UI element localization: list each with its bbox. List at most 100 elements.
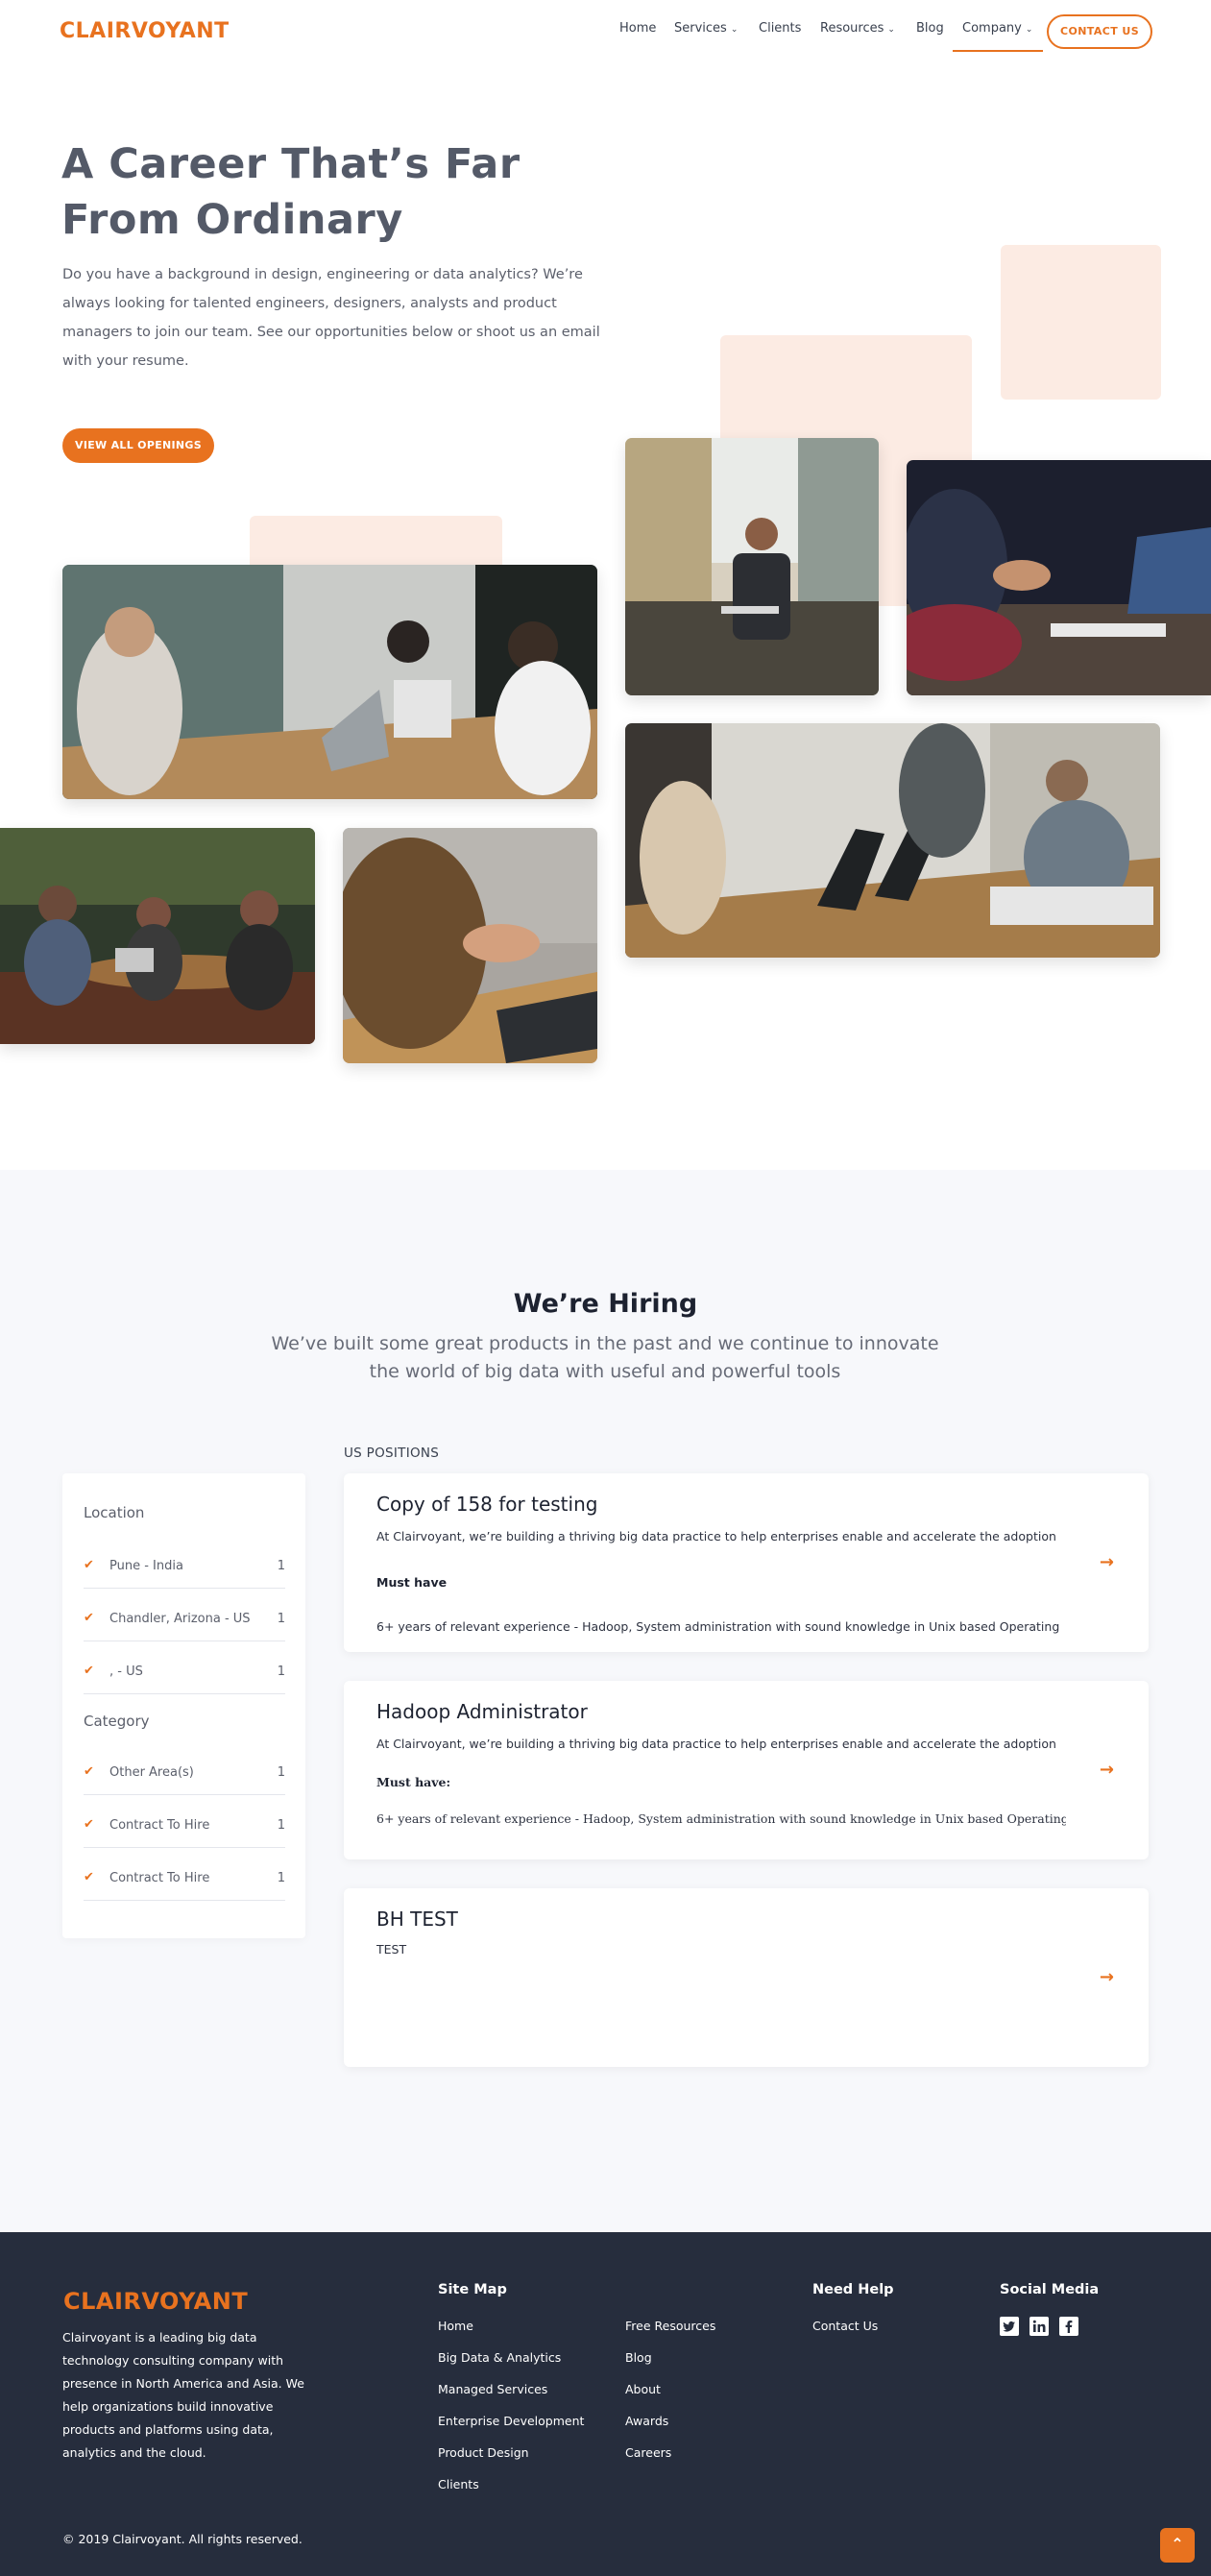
filter-count: 1 (277, 1665, 285, 1679)
footer-link[interactable]: Home (438, 2319, 473, 2333)
footer-link[interactable]: Clients (438, 2477, 479, 2491)
footer-link[interactable]: Product Design (438, 2445, 529, 2460)
office-meeting-photo (62, 565, 597, 799)
footer-link[interactable]: About (625, 2382, 661, 2396)
footer-link[interactable]: Free Resources (625, 2319, 715, 2333)
filter-label: , - US (109, 1665, 143, 1679)
chevron-down-icon: ⌄ (730, 25, 739, 35)
footer-logo[interactable]: CLAIRVOYANT (63, 2288, 248, 2315)
cafe-group-photo (0, 828, 315, 1044)
site-footer: CLAIRVOYANT Clairvoyant is a leading big… (0, 2232, 1211, 2576)
footer-link[interactable]: Blog (625, 2350, 652, 2365)
copyright-text: © 2019 Clairvoyant. All rights reserved. (62, 2532, 303, 2546)
nav-blog-label: Blog (916, 21, 944, 36)
filter-count: 1 (277, 1612, 285, 1626)
chevron-down-icon: ⌄ (1025, 25, 1033, 35)
job-card[interactable]: BH TEST TEST → (344, 1888, 1149, 2067)
filter-label: Contract To Hire (109, 1871, 210, 1885)
job-card[interactable]: Hadoop Administrator At Clairvoyant, we’… (344, 1681, 1149, 1859)
hero-description: Do you have a background in design, engi… (62, 267, 600, 369)
linkedin-icon[interactable] (1029, 2317, 1049, 2336)
filter-count: 1 (277, 1765, 285, 1780)
nav-blog[interactable]: Blog (916, 21, 944, 36)
footer-link[interactable]: Contact Us (812, 2319, 878, 2333)
hand-gesture-photo (343, 828, 597, 1063)
arrow-right-icon[interactable]: → (1100, 1552, 1114, 1572)
nav-company-label: Company (962, 21, 1022, 36)
sitemap-heading: Site Map (438, 2282, 507, 2297)
check-icon[interactable]: ✔ (84, 1870, 94, 1884)
nav-active-indicator (953, 50, 1043, 52)
job-subheading: Must have (376, 1575, 448, 1590)
team-workshop-photo (625, 723, 1160, 958)
filter-count: 1 (277, 1559, 285, 1573)
location-filter-item[interactable]: ✔ Pune - India 1 (84, 1558, 285, 1589)
twitter-icon[interactable] (1000, 2317, 1019, 2336)
laptop-discussion-photo (907, 460, 1211, 695)
filter-count: 1 (277, 1871, 285, 1885)
footer-link[interactable]: Big Data & Analytics (438, 2350, 561, 2365)
us-positions-label: US POSITIONS (344, 1446, 440, 1461)
job-description: TEST (376, 1942, 407, 1956)
hiring-subtitle: We’ve built some great products in the p… (271, 1333, 939, 1382)
job-title[interactable]: BH TEST (376, 1908, 458, 1931)
footer-link[interactable]: Managed Services (438, 2382, 547, 2396)
arrow-right-icon[interactable]: → (1100, 1967, 1114, 1987)
hiring-title: We’re Hiring (513, 1289, 698, 1319)
footer-link[interactable]: Enterprise Development (438, 2414, 584, 2428)
scroll-to-top-button[interactable]: ⌃ (1160, 2528, 1195, 2563)
chevron-up-icon: ⌃ (1171, 2535, 1184, 2553)
footer-link[interactable]: Careers (625, 2445, 671, 2460)
facebook-icon[interactable] (1059, 2317, 1078, 2336)
nav-clients-label: Clients (759, 21, 802, 36)
footer-about: Clairvoyant is a leading big data techno… (62, 2330, 304, 2460)
job-card[interactable]: Copy of 158 for testing At Clairvoyant, … (344, 1473, 1149, 1652)
decorative-block (1001, 245, 1161, 400)
check-icon[interactable]: ✔ (84, 1611, 94, 1625)
filter-label: Pune - India (109, 1559, 183, 1573)
check-icon[interactable]: ✔ (84, 1558, 94, 1572)
job-requirement: 6+ years of relevant experience - Hadoop… (376, 1619, 1060, 1634)
category-filter-item[interactable]: ✔ Contract To Hire 1 (84, 1817, 285, 1848)
filter-panel: Location ✔ Pune - India 1 ✔ Chandler, Ar… (62, 1473, 305, 1938)
nav-clients[interactable]: Clients (759, 21, 801, 36)
nav-home[interactable]: Home (619, 21, 656, 36)
location-filter-item[interactable]: ✔ Chandler, Arizona - US 1 (84, 1611, 285, 1641)
social-media-heading: Social Media (1000, 2282, 1100, 2297)
job-description: At Clairvoyant, we’re building a thrivin… (376, 1529, 1056, 1543)
nav-resources[interactable]: Resources ⌄ (820, 21, 895, 36)
check-icon[interactable]: ✔ (84, 1664, 94, 1678)
job-title[interactable]: Hadoop Administrator (376, 1700, 588, 1723)
site-header: CLAIRVOYANT Home Services ⌄ Clients Resou… (0, 0, 1211, 63)
job-requirement: 6+ years of relevant experience - Hadoop… (376, 1811, 1066, 1826)
job-subheading: Must have: (376, 1775, 451, 1789)
nav-home-label: Home (619, 21, 657, 36)
category-filter-heading: Category (84, 1713, 150, 1730)
hiring-section: We’re Hiring We’ve built some great prod… (0, 1170, 1211, 2232)
nav-services[interactable]: Services ⌄ (674, 21, 738, 36)
need-help-heading: Need Help (812, 2282, 894, 2297)
footer-link[interactable]: Awards (625, 2414, 668, 2428)
nav-services-label: Services (674, 21, 727, 36)
arrow-right-icon[interactable]: → (1100, 1760, 1114, 1780)
check-icon[interactable]: ✔ (84, 1817, 94, 1832)
location-filter-item[interactable]: ✔ , - US 1 (84, 1664, 285, 1694)
brand-logo[interactable]: CLAIRVOYANT (60, 19, 230, 43)
job-description: At Clairvoyant, we’re building a thrivin… (376, 1737, 1056, 1751)
man-with-laptop-photo (625, 438, 879, 695)
filter-label: Other Area(s) (109, 1765, 194, 1780)
nav-resources-label: Resources (820, 21, 884, 36)
filter-count: 1 (277, 1818, 285, 1833)
job-title[interactable]: Copy of 158 for testing (376, 1493, 597, 1516)
filter-label: Chandler, Arizona - US (109, 1612, 251, 1626)
chevron-down-icon: ⌄ (887, 25, 895, 35)
view-all-openings-button[interactable]: VIEW ALL OPENINGS (62, 428, 214, 463)
category-filter-item[interactable]: ✔ Other Area(s) 1 (84, 1764, 285, 1795)
hero-title: A Career That’s Far From Ordinary (61, 140, 521, 244)
filter-label: Contract To Hire (109, 1818, 210, 1833)
location-filter-heading: Location (84, 1504, 145, 1521)
nav-company[interactable]: Company ⌄ (962, 21, 1032, 36)
contact-us-button[interactable]: CONTACT US (1047, 14, 1152, 49)
check-icon[interactable]: ✔ (84, 1764, 94, 1779)
category-filter-item[interactable]: ✔ Contract To Hire 1 (84, 1870, 285, 1901)
